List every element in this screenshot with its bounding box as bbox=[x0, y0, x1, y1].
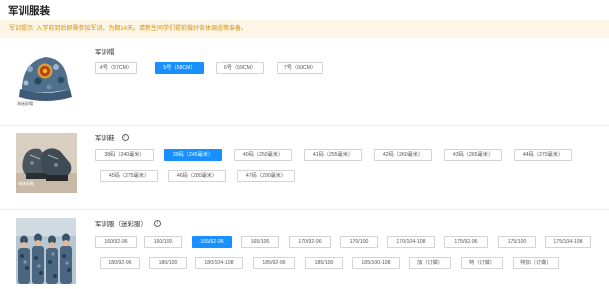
uniform-option[interactable]: 160/92-96 bbox=[95, 236, 137, 248]
cap-option-4[interactable]: 4号（57CM） bbox=[95, 62, 137, 74]
shoes-option-38[interactable]: 38码（240毫米） bbox=[95, 149, 154, 161]
uniform-section: 军训服（迷彩服） i 160/92-96 160/100 165/92-96 1… bbox=[0, 213, 609, 289]
shoes-title-label: 军训鞋 bbox=[95, 135, 115, 142]
uniform-option[interactable]: 180/100 bbox=[149, 257, 187, 269]
notice-banner: 军训提示: 入学前到后即需参加军训。为期14天。请新生同学们提前做好各体调适等准… bbox=[0, 20, 609, 38]
uniform-option[interactable]: 165/100 bbox=[241, 236, 279, 248]
cap-image bbox=[16, 47, 74, 105]
cap-option-5[interactable]: 5号（58CM） bbox=[155, 62, 204, 74]
cap-option-6[interactable]: 6号（59CM） bbox=[216, 62, 264, 74]
uniform-option[interactable]: 185/100 bbox=[305, 257, 343, 269]
uniform-option[interactable]: 170/100 bbox=[340, 236, 378, 248]
shoes-image-caption: 海迷彩鞋 bbox=[18, 181, 34, 186]
divider bbox=[0, 125, 609, 126]
shoes-title: 军训鞋 i bbox=[95, 132, 129, 142]
info-circle-icon[interactable]: i bbox=[154, 219, 161, 227]
divider bbox=[0, 209, 609, 210]
uniform-option[interactable]: 170/104-108 bbox=[387, 236, 435, 248]
uniform-option[interactable]: 165/92-96 bbox=[192, 236, 232, 248]
uniform-title: 军训服（迷彩服） i bbox=[95, 218, 161, 228]
shoes-option-44[interactable]: 44码（270毫米） bbox=[514, 149, 572, 161]
shoes-option-47[interactable]: 47码（290毫米） bbox=[237, 170, 295, 182]
info-circle-icon[interactable]: i bbox=[121, 133, 129, 141]
uniform-option[interactable]: 175/100 bbox=[498, 236, 536, 248]
uniform-option[interactable]: 175/92-96 bbox=[444, 236, 488, 248]
uniform-option[interactable]: 特（订做） bbox=[461, 257, 503, 269]
cap-image-caption: 海迷彩帽 bbox=[17, 101, 33, 106]
uniform-option[interactable]: 185/100-108 bbox=[352, 257, 400, 269]
cap-title-label: 军训帽 bbox=[95, 49, 115, 56]
uniform-option[interactable]: 185/92-96 bbox=[253, 257, 295, 269]
shoes-option-40[interactable]: 40码（250毫米） bbox=[234, 149, 292, 161]
uniform-option[interactable]: 特加（订做） bbox=[513, 257, 559, 269]
cap-title: 军训帽 bbox=[95, 46, 115, 56]
uniform-option[interactable]: 180/104-108 bbox=[195, 257, 243, 269]
cap-section: 海迷彩帽 军训帽 4号（57CM） 5号（58CM） 6号（59CM） 7号（6… bbox=[0, 42, 609, 122]
shoes-option-43[interactable]: 43码（265毫米） bbox=[444, 149, 502, 161]
uniform-title-label: 军训服（迷彩服） bbox=[95, 221, 147, 228]
shoes-section: 海迷彩鞋 军训鞋 i 38码（240毫米） 39码（245毫米） 40码（250… bbox=[0, 129, 609, 207]
uniform-option[interactable]: 180/92-96 bbox=[100, 257, 140, 269]
shoes-option-45[interactable]: 45码（275毫米） bbox=[100, 170, 158, 182]
shoes-option-42[interactable]: 42码（260毫米） bbox=[374, 149, 432, 161]
uniform-image bbox=[16, 218, 76, 284]
page-title: 军训服装 bbox=[8, 5, 50, 17]
uniform-option[interactable]: 175/104-108 bbox=[545, 236, 591, 248]
shoes-option-46[interactable]: 46码（280毫米） bbox=[168, 170, 226, 182]
cap-option-7[interactable]: 7号（60CM） bbox=[277, 62, 323, 74]
uniform-option[interactable]: 加（订做） bbox=[409, 257, 451, 269]
uniform-option[interactable]: 170/92-96 bbox=[289, 236, 331, 248]
uniform-option[interactable]: 160/100 bbox=[144, 236, 182, 248]
shoes-option-41[interactable]: 41码（255毫米） bbox=[304, 149, 362, 161]
shoes-option-39[interactable]: 39码（245毫米） bbox=[164, 149, 222, 161]
